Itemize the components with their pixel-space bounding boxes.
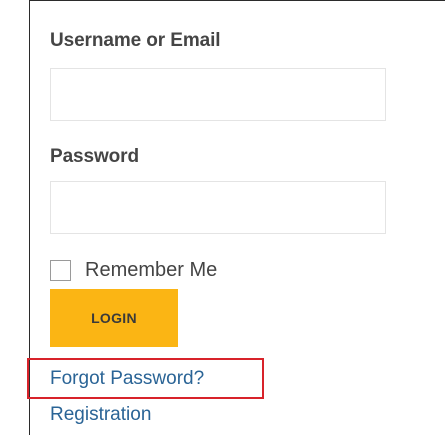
remember-me-label: Remember Me xyxy=(85,258,218,281)
registration-link[interactable]: Registration xyxy=(50,404,151,426)
remember-me-checkbox[interactable] xyxy=(50,259,71,281)
login-button[interactable]: LOGIN xyxy=(50,289,178,347)
username-label: Username or Email xyxy=(50,30,221,51)
password-label: Password xyxy=(50,146,139,167)
remember-me-row[interactable]: Remember Me xyxy=(50,257,217,283)
username-input[interactable] xyxy=(50,68,386,121)
password-input[interactable] xyxy=(50,181,386,234)
forgot-password-link[interactable]: Forgot Password? xyxy=(50,368,204,390)
